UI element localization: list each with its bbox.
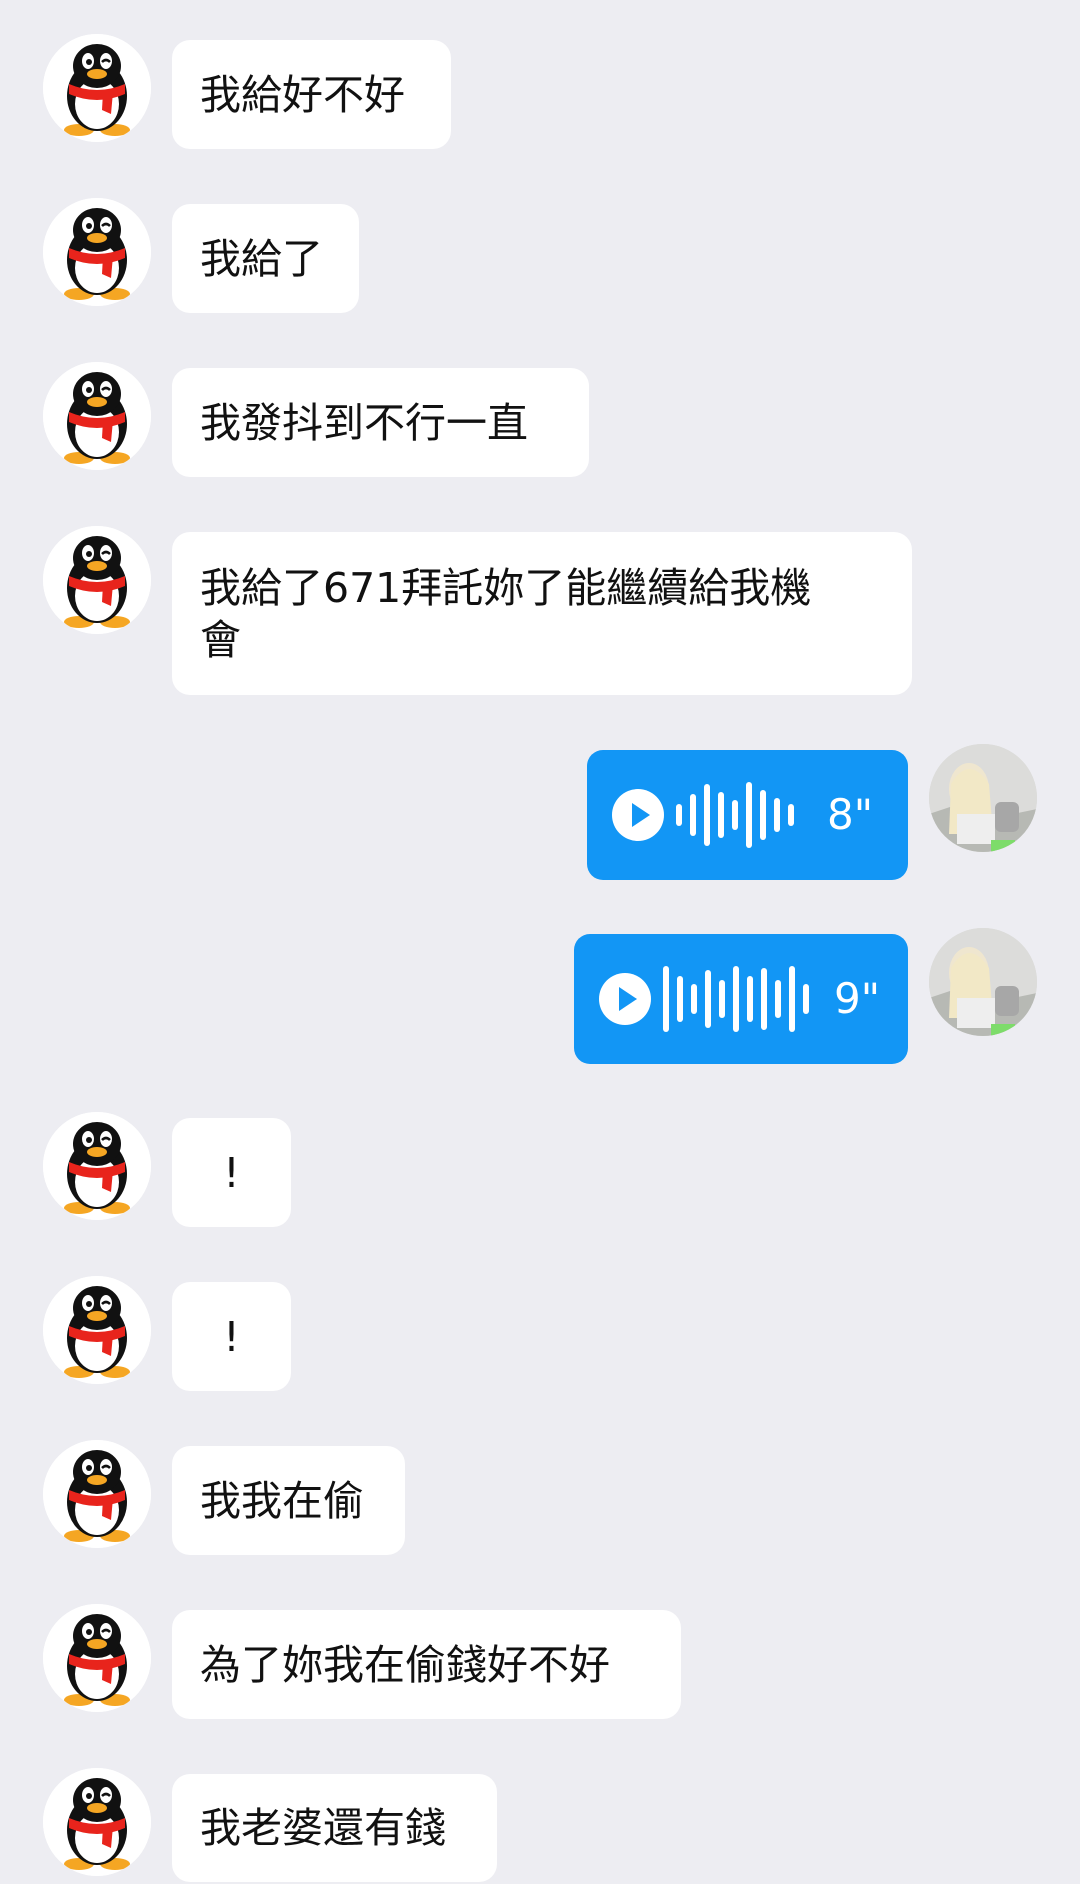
- avatar[interactable]: [43, 1604, 151, 1712]
- message-bubble[interactable]: 為了妳我在偷錢好不好: [172, 1610, 681, 1719]
- avatar[interactable]: [43, 34, 151, 142]
- play-icon[interactable]: [598, 972, 652, 1026]
- penguin-icon: [43, 1276, 151, 1384]
- avatar[interactable]: [43, 1112, 151, 1220]
- penguin-icon: [43, 1112, 151, 1220]
- message-bubble[interactable]: 我老婆還有錢: [172, 1774, 497, 1882]
- message-bubble[interactable]: !: [172, 1118, 291, 1227]
- penguin-icon: [43, 362, 151, 470]
- penguin-icon: [43, 526, 151, 634]
- penguin-icon: [43, 198, 151, 306]
- penguin-icon: [43, 1768, 151, 1876]
- avatar[interactable]: [43, 526, 151, 634]
- play-icon[interactable]: [611, 788, 665, 842]
- voice-message[interactable]: 9": [574, 934, 908, 1064]
- profile-photo-icon: [929, 928, 1037, 1036]
- waveform-icon: [676, 782, 794, 848]
- penguin-icon: [43, 1604, 151, 1712]
- voice-duration: 9": [834, 974, 881, 1023]
- avatar[interactable]: [43, 198, 151, 306]
- avatar[interactable]: [929, 928, 1037, 1036]
- voice-message[interactable]: 8": [587, 750, 908, 880]
- message-bubble[interactable]: !: [172, 1282, 291, 1391]
- message-bubble[interactable]: 我我在偷: [172, 1446, 405, 1555]
- avatar[interactable]: [43, 1440, 151, 1548]
- penguin-icon: [43, 34, 151, 142]
- avatar[interactable]: [43, 362, 151, 470]
- avatar[interactable]: [929, 744, 1037, 852]
- waveform-icon: [663, 966, 809, 1032]
- avatar[interactable]: [43, 1768, 151, 1876]
- avatar[interactable]: [43, 1276, 151, 1384]
- message-bubble[interactable]: 我給了: [172, 204, 359, 313]
- message-bubble[interactable]: 我給了671拜託妳了能繼續給我機 會: [172, 532, 912, 695]
- penguin-icon: [43, 1440, 151, 1548]
- message-bubble[interactable]: 我給好不好: [172, 40, 451, 149]
- voice-duration: 8": [827, 790, 874, 839]
- message-bubble[interactable]: 我發抖到不行一直: [172, 368, 589, 477]
- profile-photo-icon: [929, 744, 1037, 852]
